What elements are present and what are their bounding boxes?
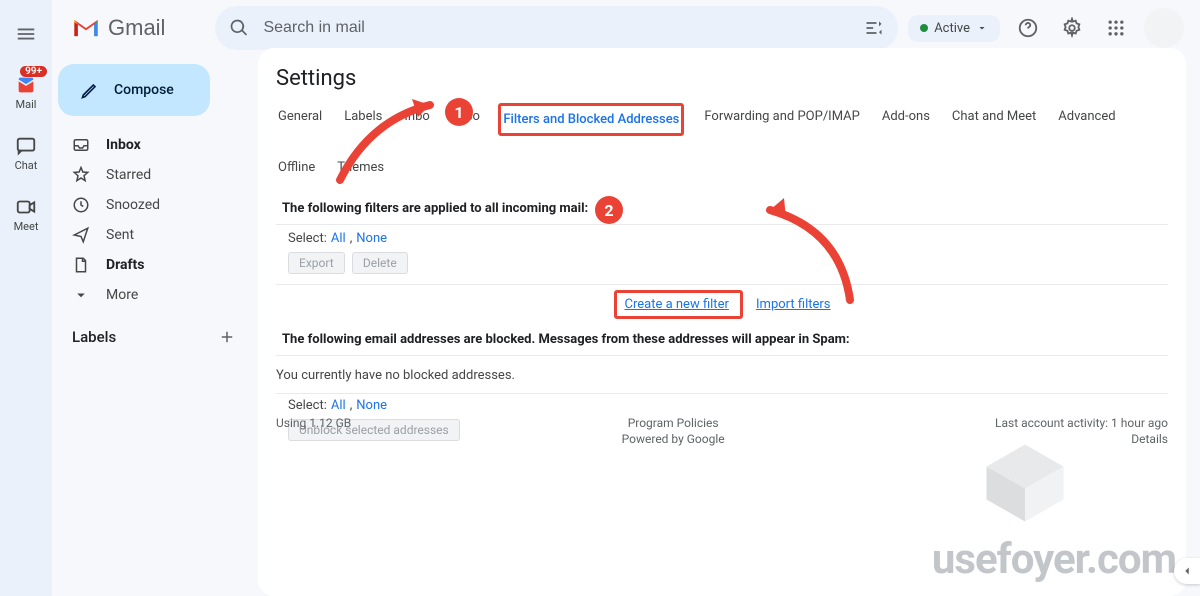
- more-label: More: [106, 287, 138, 303]
- tab-offline[interactable]: Offline: [276, 154, 317, 181]
- callout-1: 1: [445, 98, 473, 126]
- tab-themes[interactable]: Themes: [335, 154, 386, 181]
- sent-label: Sent: [106, 227, 134, 243]
- brand[interactable]: Gmail: [72, 15, 165, 41]
- sidebar-item-drafts[interactable]: Drafts: [58, 250, 250, 280]
- sidebar-item-snoozed[interactable]: Snoozed: [58, 190, 250, 220]
- create-filter-link[interactable]: Create a new filter: [625, 297, 729, 312]
- account-avatar[interactable]: [1144, 8, 1184, 48]
- header-right: Active: [908, 8, 1184, 48]
- gmail-logo-icon: [72, 17, 100, 39]
- inbox-label: Inbox: [106, 137, 141, 153]
- chevron-left-icon: [1180, 564, 1194, 578]
- side-panel-toggle[interactable]: [1174, 558, 1200, 584]
- main-menu-icon[interactable]: [10, 18, 42, 50]
- select-all-link-2[interactable]: All: [331, 398, 346, 413]
- select-label: Select:: [288, 231, 327, 246]
- star-icon: [72, 166, 90, 184]
- file-icon: [72, 256, 90, 274]
- rail-meet[interactable]: Meet: [14, 196, 39, 233]
- sidebar-item-inbox[interactable]: Inbox: [58, 130, 250, 160]
- select-none-link-2[interactable]: None: [356, 398, 387, 413]
- tab-labels[interactable]: Labels: [342, 103, 384, 136]
- tab-advanced[interactable]: Advanced: [1056, 103, 1117, 136]
- callout-2: 2: [595, 196, 623, 224]
- drafts-label: Drafts: [106, 257, 144, 273]
- clock-icon: [72, 196, 90, 214]
- rail-chat[interactable]: Chat: [15, 135, 38, 172]
- watermark-cube-icon: [970, 428, 1080, 538]
- rail-meet-label: Meet: [14, 220, 39, 233]
- snoozed-label: Snoozed: [106, 197, 160, 213]
- footer-policies[interactable]: Program Policies: [622, 416, 725, 430]
- no-blocked-text: You currently have no blocked addresses.: [276, 358, 1168, 394]
- inbox-icon: [72, 136, 90, 154]
- filter-actions: Create a new filter Import filters: [276, 285, 1168, 324]
- status-dot-icon: [920, 24, 928, 32]
- compose-label: Compose: [114, 82, 174, 98]
- chevron-down-icon: [976, 22, 988, 34]
- search-icon: [229, 18, 249, 38]
- filters-section: Select: All, None Export Delete: [276, 227, 1168, 285]
- import-filters-link[interactable]: Import filters: [756, 297, 830, 312]
- search-input[interactable]: [263, 19, 850, 37]
- settings-icon[interactable]: [1056, 12, 1088, 44]
- support-icon[interactable]: [1012, 12, 1044, 44]
- pencil-icon: [80, 80, 100, 100]
- filters-heading: The following filters are applied to all…: [276, 193, 1168, 222]
- select-all-link[interactable]: All: [331, 231, 346, 246]
- sidebar-item-sent[interactable]: Sent: [58, 220, 250, 250]
- select-none-link[interactable]: None: [356, 231, 387, 246]
- starred-label: Starred: [106, 167, 151, 183]
- sidebar: Compose Inbox Starred Snoozed Sent Draft…: [52, 56, 258, 596]
- compose-button[interactable]: Compose: [58, 64, 210, 116]
- watermark-text: usefoyer.com: [932, 535, 1176, 584]
- plus-icon[interactable]: [218, 328, 236, 346]
- sidebar-item-starred[interactable]: Starred: [58, 160, 250, 190]
- footer-usage: Using 1.12 GB: [276, 416, 351, 446]
- send-icon: [72, 226, 90, 244]
- tab-chat[interactable]: Chat and Meet: [950, 103, 1038, 136]
- tab-forwarding[interactable]: Forwarding and POP/IMAP: [702, 103, 862, 136]
- rail-mail-label: Mail: [16, 98, 37, 111]
- search-bar[interactable]: [215, 6, 898, 50]
- status-chip[interactable]: Active: [908, 15, 1000, 42]
- export-button: Export: [288, 252, 345, 274]
- search-options-icon[interactable]: [864, 18, 884, 38]
- sidebar-item-more[interactable]: More: [58, 280, 250, 310]
- footer-powered: Powered by Google: [622, 432, 725, 446]
- rail-mail[interactable]: 99+ Mail: [15, 74, 37, 111]
- brand-text: Gmail: [108, 15, 165, 41]
- tab-addons[interactable]: Add-ons: [880, 103, 932, 136]
- tab-inbox[interactable]: Inbox: [402, 103, 430, 136]
- rail-chat-label: Chat: [15, 159, 38, 172]
- settings-tabs: General Labels Inbox Accounts Filters an…: [276, 103, 1168, 181]
- status-label: Active: [934, 21, 970, 36]
- tab-general[interactable]: General: [276, 103, 324, 136]
- page-title: Settings: [276, 66, 1168, 91]
- mail-badge: 99+: [20, 66, 47, 77]
- blocked-heading: The following email addresses are blocke…: [276, 324, 1168, 353]
- chevron-down-icon: [72, 286, 90, 304]
- app-rail: 99+ Mail Chat Meet: [0, 0, 52, 596]
- labels-heading: Labels: [58, 310, 250, 352]
- apps-icon[interactable]: [1100, 12, 1132, 44]
- select-label-2: Select:: [288, 398, 327, 413]
- labels-heading-text: Labels: [72, 328, 116, 346]
- delete-button: Delete: [352, 252, 408, 274]
- tab-filters[interactable]: Filters and Blocked Addresses: [498, 103, 684, 136]
